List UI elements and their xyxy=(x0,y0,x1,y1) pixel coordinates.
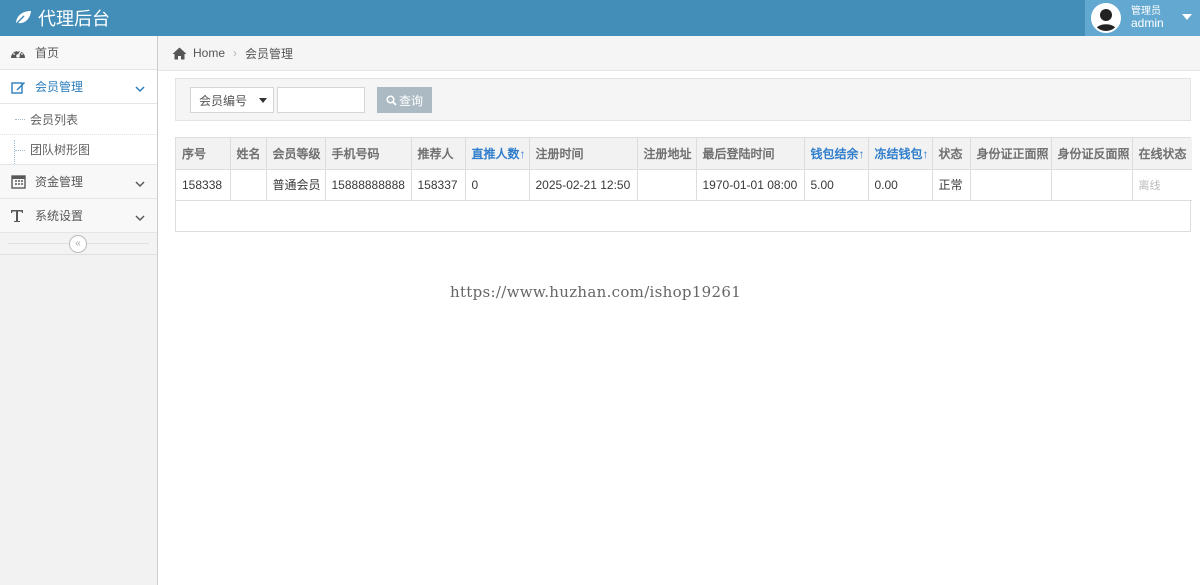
column-header: 姓名 xyxy=(229,138,267,170)
search-field-select[interactable]: 会员编号 xyxy=(190,87,274,113)
column-header: 序号 xyxy=(176,138,231,170)
chevron-down-icon xyxy=(135,82,145,96)
table-cell: 普通会员 xyxy=(265,168,326,201)
sidebar-collapse-bar: « xyxy=(0,233,157,255)
breadcrumb-current: 会员管理 xyxy=(245,46,294,61)
user-menu[interactable]: 管理员 admin xyxy=(1085,0,1200,36)
avatar xyxy=(1091,3,1121,33)
sidebar-item-team-tree[interactable]: 团队树形图 xyxy=(0,134,157,164)
table-cell xyxy=(636,168,697,201)
sidebar-item-fund-management[interactable]: 资金管理 xyxy=(0,165,157,199)
table-cell: 158337 xyxy=(410,168,466,201)
member-table: 序号 姓名 会员等级 手机号码 推荐人 直推人数↑ 注册时间 注册地址 最后登陆… xyxy=(175,137,1192,232)
table-cell xyxy=(1050,168,1133,201)
sidebar-item-system-settings[interactable]: 系统设置 xyxy=(0,199,157,233)
search-keyword-input[interactable] xyxy=(277,87,365,113)
chevron-right-icon: › xyxy=(233,46,238,60)
calendar-icon xyxy=(9,174,27,189)
watermark-text: https://www.huzhan.com/ishop19261 xyxy=(450,283,742,301)
leaf-icon xyxy=(14,11,31,26)
sort-direct-referrals[interactable]: 直推人数↑ xyxy=(464,138,530,170)
sidebar-item-label: 首页 xyxy=(35,46,60,60)
user-name: admin xyxy=(1131,15,1164,30)
online-status: 离线 xyxy=(1131,168,1192,201)
table-cell: 158338 xyxy=(176,168,231,201)
breadcrumb: Home › 会员管理 xyxy=(158,36,1200,71)
sidebar-item-home[interactable]: 首页 xyxy=(0,36,157,70)
sidebar-item-label: 团队树形图 xyxy=(30,143,91,157)
edit-icon xyxy=(9,80,27,94)
table-cell: 0 xyxy=(464,168,530,201)
column-header: 手机号码 xyxy=(324,138,412,170)
column-header: 状态 xyxy=(931,138,971,170)
search-panel: 会员编号 查询 xyxy=(175,78,1191,121)
column-header: 注册时间 xyxy=(528,138,638,170)
breadcrumb-home-link[interactable]: Home xyxy=(193,46,225,60)
chevron-down-icon xyxy=(135,177,145,191)
search-field-selected: 会员编号 xyxy=(199,93,248,108)
dropdown-arrow-icon xyxy=(259,98,267,103)
home-icon xyxy=(172,47,187,59)
search-icon xyxy=(386,94,397,106)
sidebar-item-member-list[interactable]: 会员列表 xyxy=(0,104,157,134)
table-cell: 2025-02-21 12:50 xyxy=(528,168,638,201)
text-icon xyxy=(9,209,27,223)
table-cell: 正常 xyxy=(931,168,971,201)
top-navbar: 代理后台 管理员 admin xyxy=(0,0,1200,36)
table-cell: 0.00 xyxy=(867,168,933,201)
column-header: 身份证反面照 xyxy=(1050,138,1133,170)
sidebar-item-label: 系统设置 xyxy=(35,209,84,223)
member-submenu: 会员列表 团队树形图 xyxy=(0,104,157,165)
sort-frozen-wallet[interactable]: 冻结钱包↑ xyxy=(867,138,933,170)
double-chevron-left-icon[interactable]: « xyxy=(69,235,87,253)
column-header: 推荐人 xyxy=(410,138,466,170)
sidebar-item-label: 会员管理 xyxy=(35,80,84,94)
table-row: 158338 普通会员 15888888888 158337 0 2025-02… xyxy=(176,168,1192,201)
table-cell: 5.00 xyxy=(803,168,869,201)
table-header-row: 序号 姓名 会员等级 手机号码 推荐人 直推人数↑ 注册时间 注册地址 最后登陆… xyxy=(176,138,1192,170)
table-cell xyxy=(229,168,267,201)
table-cell: 15888888888 xyxy=(324,168,412,201)
sidebar-item-label: 资金管理 xyxy=(35,175,84,189)
column-header: 最后登陆时间 xyxy=(695,138,805,170)
sidebar-item-member-management[interactable]: 会员管理 xyxy=(0,70,157,104)
chevron-down-icon xyxy=(135,211,145,225)
brand[interactable]: 代理后台 xyxy=(14,0,110,36)
dashboard-icon xyxy=(9,46,27,60)
query-button-label: 查询 xyxy=(398,93,423,108)
sidebar: 首页 会员管理 会员列表 团队树形图 资金管理 系统设置 « xyxy=(0,36,158,585)
user-icon xyxy=(1093,5,1119,31)
column-header: 注册地址 xyxy=(636,138,697,170)
query-button[interactable]: 查询 xyxy=(377,87,432,113)
table-cell xyxy=(969,168,1052,201)
table-cell: 1970-01-01 08:00 xyxy=(695,168,805,201)
sidebar-item-label: 会员列表 xyxy=(30,112,79,127)
app-title: 代理后台 xyxy=(38,9,110,29)
column-header: 在线状态 xyxy=(1131,138,1192,170)
sort-wallet-balance[interactable]: 钱包结余↑ xyxy=(803,138,869,170)
column-header: 身份证正面照 xyxy=(969,138,1052,170)
caret-down-icon xyxy=(1182,14,1192,20)
column-header: 会员等级 xyxy=(265,138,326,170)
